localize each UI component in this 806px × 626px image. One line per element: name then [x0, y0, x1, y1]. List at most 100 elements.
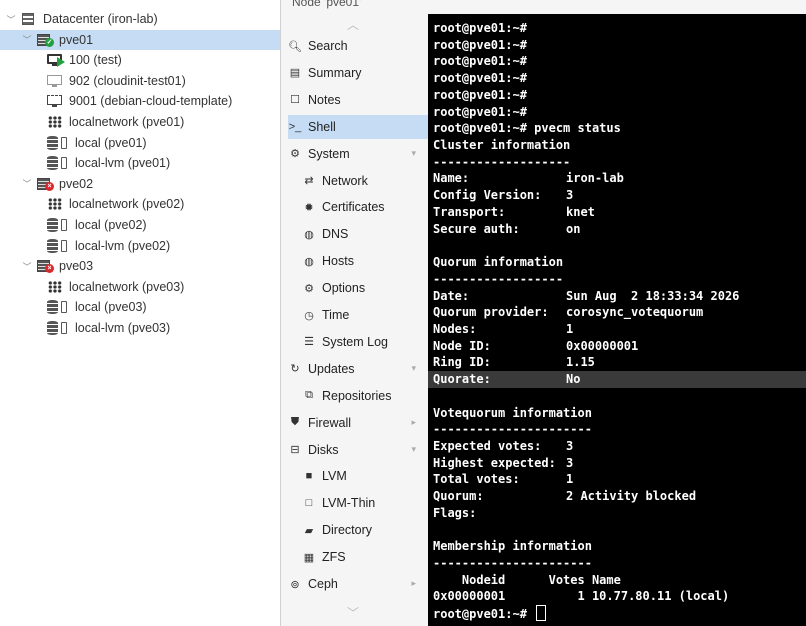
shield-icon: ⛊: [290, 416, 300, 429]
gear-icon: ⚙: [304, 282, 314, 295]
terminal-line: Quorum provider: corosync_votequorum: [433, 304, 703, 321]
terminal-line: root@pve01:~#: [433, 21, 527, 35]
grid-icon: ▦: [303, 551, 315, 564]
menu-item-time[interactable]: ◷ Time: [302, 303, 428, 327]
tree-node-pve01[interactable]: ﹀ ✓ pve01: [0, 29, 280, 50]
field-key: Quorate:: [433, 372, 491, 387]
menu-item-label: DNS: [322, 227, 349, 242]
tree-item[interactable]: local-lvm (pve03): [0, 318, 280, 338]
terminal-line: ----------------------: [433, 556, 592, 571]
field-value: 3: [566, 455, 574, 470]
menu-item-label: LVM-Thin: [322, 496, 376, 511]
menu-item-lvm-thin[interactable]: □ LVM-Thin: [302, 491, 428, 515]
collapse-toggle-icon[interactable]: ﹀: [22, 260, 32, 273]
tree-item[interactable]: localnetwork (pve03): [0, 277, 280, 297]
vm-running-icon: [46, 53, 65, 68]
tree-item[interactable]: 100 (test): [0, 50, 280, 70]
tree-node-pve02[interactable]: ﹀ × pve02: [0, 174, 280, 194]
collapse-toggle-icon[interactable]: ﹀: [22, 33, 32, 46]
network-icon: [46, 115, 64, 129]
terminal-line: Cluster information: [433, 138, 571, 153]
menu-item-disks[interactable]: ⊟ Disks ▾: [288, 438, 428, 462]
tree-item-label: local-lvm (pve02): [75, 238, 171, 253]
terminal-line: Date: Sun Aug 2 18:33:34 2026: [433, 288, 739, 305]
menu-item-network[interactable]: ⇄ Network: [302, 169, 428, 193]
field-value: 1: [566, 321, 574, 336]
shell-terminal[interactable]: root@pve01:~# root@pve01:~# root@pve01:~# r…: [428, 14, 806, 626]
gears-icon: ⚙: [290, 148, 300, 161]
terminal-line: Highest expected: 3: [433, 455, 573, 472]
menu-item-system-log[interactable]: ☰ System Log: [302, 330, 428, 354]
chevron-down-icon[interactable]: ▾: [411, 148, 416, 159]
menu-item-dns[interactable]: ◍ DNS: [302, 222, 428, 246]
tree-item-label: pve02: [59, 176, 94, 191]
terminal-line: root@pve01:~#: [433, 71, 527, 86]
terminal-cursor[interactable]: [536, 605, 547, 622]
terminal-line: Membership information: [433, 539, 592, 554]
menu-item-label: Summary: [308, 65, 362, 80]
tree-item[interactable]: local (pve01): [0, 133, 280, 153]
tree-item[interactable]: localnetwork (pve02): [0, 194, 280, 214]
menu-item-hosts[interactable]: ◍ Hosts: [302, 249, 428, 273]
menu-item-label: Disks: [308, 442, 339, 457]
network-icon: [46, 197, 64, 211]
field-value: 1: [566, 472, 574, 487]
tree-item-label: local-lvm (pve01): [75, 156, 171, 171]
menu-item-directory[interactable]: ▰ Directory: [302, 518, 428, 542]
tree-item[interactable]: localnetwork (pve01): [0, 112, 280, 132]
menu-item-firewall[interactable]: ⛊ Firewall ▸: [288, 411, 428, 435]
menu-item-repositories[interactable]: ⧉ Repositories: [302, 384, 428, 408]
menu-item-notes[interactable]: ☐ Notes: [288, 88, 428, 112]
menu-item-label: Ceph: [308, 577, 338, 591]
tree-datacenter[interactable]: ﹀ Datacenter (iron-lab): [0, 9, 280, 29]
tree-item[interactable]: 9001 (debian-cloud-template): [0, 91, 280, 111]
collapse-toggle-icon[interactable]: ﹀: [22, 177, 32, 190]
field-key: Nodes:: [433, 321, 477, 336]
menu-scroll-down-icon[interactable]: ﹀: [347, 604, 359, 621]
field-key: Expected votes:: [433, 439, 542, 453]
collapse-toggle-icon[interactable]: ﹀: [6, 13, 16, 26]
chevron-right-icon[interactable]: ▸: [411, 578, 416, 589]
menu-item-system[interactable]: ⚙ System ▾: [288, 142, 428, 166]
tree-item-label: 902 (cloudinit-test01): [69, 73, 186, 88]
panel-title: Node 'pve01': [292, 0, 362, 9]
menu-item-zfs[interactable]: ▦ ZFS: [302, 545, 428, 569]
menu-item-updates[interactable]: ↻ Updates ▾: [288, 357, 428, 381]
tree-item[interactable]: local-lvm (pve02): [0, 236, 280, 256]
terminal-line: root@pve01:~#: [433, 37, 527, 52]
tree-node-pve03[interactable]: ﹀ × pve03: [0, 256, 280, 276]
menu-item-search[interactable]: 🔍︎ Search: [288, 34, 428, 58]
menu-item-ceph[interactable]: ⊚ Ceph ▸: [288, 572, 428, 596]
field-value: corosync_votequorum: [566, 305, 704, 320]
tree-item[interactable]: local (pve02): [0, 215, 280, 235]
tree-item-label: Datacenter (iron-lab): [43, 12, 158, 26]
tree-item[interactable]: local (pve03): [0, 297, 280, 317]
terminal-line: root@pve01:~#: [433, 87, 527, 102]
menu-item-summary[interactable]: ▤ Summary: [288, 61, 428, 85]
chevron-right-icon[interactable]: ▸: [411, 417, 416, 428]
tree-item-label: 9001 (debian-cloud-template): [69, 94, 233, 109]
menu-item-label: Notes: [308, 92, 341, 107]
field-value: No: [566, 372, 581, 387]
chevron-down-icon[interactable]: ▾: [411, 444, 416, 455]
menu-item-lvm[interactable]: ■ LVM: [302, 464, 428, 488]
terminal-line: root@pve01:~#: [433, 54, 527, 69]
menu-item-label: LVM: [322, 469, 347, 484]
chevron-down-icon[interactable]: ▾: [411, 363, 416, 374]
menu-item-options[interactable]: ⚙ Options: [302, 276, 428, 300]
terminal-line: root@pve01:~#: [433, 104, 527, 119]
terminal-line: Quorum information: [433, 255, 564, 270]
panel-header: Node 'pve01': [282, 0, 806, 14]
field-key: Highest expected:: [433, 455, 556, 470]
server-icon: ✓: [36, 33, 54, 47]
menu-item-shell[interactable]: >_ Shell: [288, 114, 428, 139]
tree-item[interactable]: local-lvm (pve01): [0, 153, 280, 173]
menu-item-label: Options: [322, 281, 366, 296]
terminal-line: root@pve01:~# pvecm status: [433, 121, 621, 136]
menu-item-certificates[interactable]: ✹ Certificates: [302, 195, 428, 219]
status-offline-icon: ×: [45, 181, 54, 191]
menu-item-label: ZFS: [322, 550, 346, 565]
menu-item-label: Network: [322, 173, 368, 188]
tree-item[interactable]: 902 (cloudinit-test01): [0, 71, 280, 91]
menu-scroll-up-icon[interactable]: ︿: [347, 16, 359, 33]
